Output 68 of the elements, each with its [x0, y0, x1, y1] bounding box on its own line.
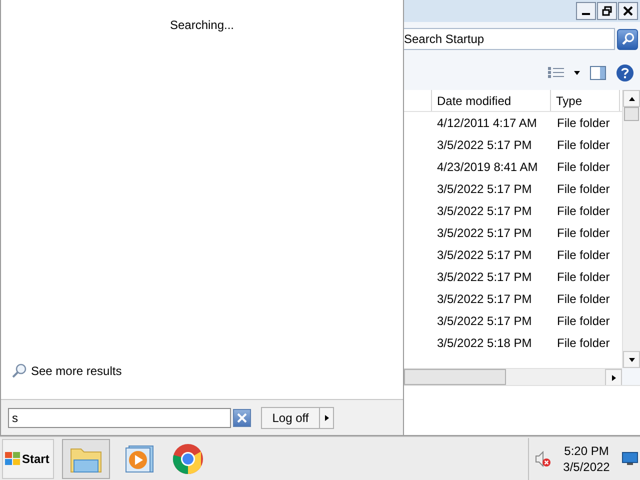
horizontal-scrollbar[interactable] — [404, 368, 622, 385]
table-cell-text: File folder — [556, 138, 611, 152]
vertical-scrollbar[interactable] — [622, 90, 640, 368]
help-button[interactable] — [616, 64, 634, 82]
file-explorer-taskbar-button[interactable] — [62, 438, 110, 478]
restore-icon — [602, 6, 612, 16]
search-field[interactable]: Search Startup — [404, 28, 615, 50]
table-cell-text: 3/5/2022 5:18 PM — [436, 336, 533, 350]
list-view-icon — [548, 67, 564, 79]
close-button[interactable] — [618, 2, 638, 20]
table-cell-text: File folder — [556, 270, 611, 284]
caret-icon — [628, 96, 634, 102]
clear-button[interactable] — [233, 408, 251, 426]
clock[interactable]: 5:20 PM 3/5/2022 — [563, 444, 610, 474]
muted-speaker-icon[interactable] — [535, 450, 551, 466]
table-cell-text: 3/5/2022 5:17 PM — [436, 138, 533, 152]
table-cell-text: 3/5/2022 5:17 PM — [436, 292, 533, 306]
column-header[interactable]: Type — [551, 90, 620, 111]
preview-pane-button[interactable] — [590, 66, 606, 80]
search-status: Searching... — [168, 18, 236, 32]
column-header[interactable]: Date modified — [432, 90, 551, 111]
search-button[interactable] — [617, 28, 638, 50]
table-cell-text: File folder — [556, 314, 611, 328]
table-cell-text: 3/5/2022 5:17 PM — [436, 248, 533, 262]
scroll-down-button[interactable] — [623, 351, 640, 368]
table-cell-text: File folder — [556, 336, 611, 350]
table-cell-text: 4/12/2011 4:17 AM — [436, 116, 538, 130]
scroll-up-button[interactable] — [623, 90, 640, 107]
table-cell-text: 3/5/2022 5:17 PM — [436, 204, 533, 218]
caret-icon — [610, 374, 616, 380]
search-icon — [11, 363, 27, 379]
scroll-thumb[interactable] — [624, 107, 639, 121]
power-options-button[interactable] — [320, 406, 334, 428]
chrome-icon — [172, 442, 204, 474]
restore-button[interactable] — [597, 2, 617, 20]
table-cell-text: File folder — [556, 248, 611, 262]
caret-icon — [628, 356, 634, 362]
table-cell-text: File folder — [556, 116, 611, 130]
windows-logo-icon — [5, 450, 21, 466]
log-off-button[interactable]: Log off — [261, 406, 320, 428]
table-cell-text: 3/5/2022 5:17 PM — [436, 270, 533, 284]
pane-icon — [590, 66, 606, 80]
clock-time: 5:20 PM — [564, 444, 609, 458]
table-cell-text: 3/5/2022 5:17 PM — [436, 182, 533, 196]
table-cell-text: File folder — [556, 204, 611, 218]
table-cell-text: File folder — [556, 160, 611, 174]
start-button[interactable]: Start — [2, 438, 54, 478]
media-player-icon — [125, 444, 155, 474]
table-cell-text: File folder — [556, 226, 611, 240]
view-options-button[interactable] — [548, 67, 564, 79]
see-more-results-link[interactable]: See more results — [11, 363, 403, 379]
table-cell-text: File folder — [556, 182, 611, 196]
caret-icon — [574, 70, 580, 76]
view-dropdown-button[interactable] — [574, 70, 580, 76]
table-cell-text: 4/23/2019 8:41 AM — [436, 160, 539, 174]
scroll-right-button[interactable] — [605, 369, 622, 386]
table-cell-text: File folder — [556, 292, 611, 306]
search-icon — [620, 32, 634, 46]
monitor-icon[interactable] — [622, 452, 638, 466]
close-icon — [623, 6, 633, 16]
table-cell-text: 3/5/2022 5:17 PM — [436, 226, 533, 240]
caret-icon — [324, 414, 330, 420]
clock-date: 3/5/2022 — [563, 460, 610, 474]
table-cell-text: 3/5/2022 5:17 PM — [436, 314, 533, 328]
close-icon — [237, 412, 247, 422]
scroll-thumb[interactable] — [404, 369, 506, 385]
minimize-button[interactable] — [576, 2, 596, 20]
search-field[interactable]: s — [8, 408, 231, 428]
